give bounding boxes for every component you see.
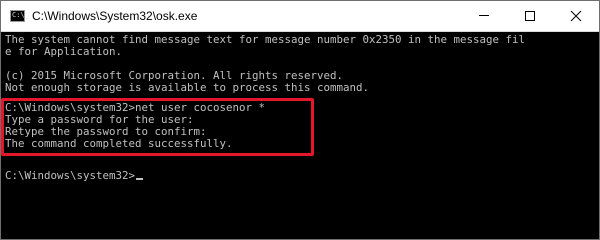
window-title: C:\Windows\System32\osk.exe xyxy=(32,9,198,23)
console-line: e for Application. xyxy=(5,45,123,58)
console-output[interactable]: The system cannot find message text for … xyxy=(1,32,599,239)
minimize-icon xyxy=(479,15,489,16)
console-prompt-line: C:\Windows\system32> xyxy=(5,169,144,182)
title-bar[interactable]: C:\_ C:\Windows\System32\osk.exe xyxy=(1,1,599,32)
close-icon xyxy=(570,10,582,22)
maximize-icon xyxy=(525,11,535,21)
minimize-button[interactable] xyxy=(461,1,507,31)
maximize-button[interactable] xyxy=(507,1,553,31)
console-line: Not enough storage is available to proce… xyxy=(5,81,370,94)
console-app-icon-glyph: C:\_ xyxy=(12,11,29,19)
console-prompt: C:\Windows\system32> xyxy=(5,169,136,182)
console-window: C:\_ C:\Windows\System32\osk.exe The sys… xyxy=(0,0,600,240)
highlight-annotation-box xyxy=(1,98,314,156)
console-app-icon[interactable]: C:\_ xyxy=(10,10,29,22)
text-cursor xyxy=(136,178,144,180)
close-button[interactable] xyxy=(553,1,599,31)
